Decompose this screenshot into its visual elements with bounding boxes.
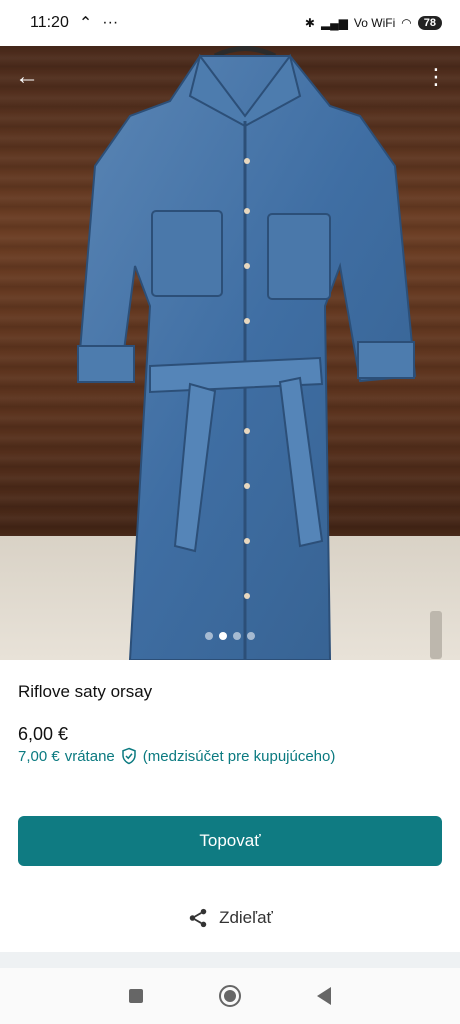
status-right: ✱ ▂▄▆ Vo WiFi ◠ 78 [305, 16, 442, 30]
gallery-dot[interactable] [233, 632, 241, 640]
battery-indicator: 78 [417, 16, 442, 30]
buyer-price-line[interactable]: 7,00 € vrátane (medzisúčet pre kupujúceh… [18, 747, 335, 765]
gallery-indicator [0, 632, 460, 640]
buyer-including: vrátane [64, 747, 115, 765]
section-divider [0, 952, 460, 968]
share-label: Zdieľať [219, 908, 273, 927]
shield-check-icon [122, 747, 136, 765]
promote-button[interactable]: Topovať [18, 816, 442, 866]
dress-image [76, 46, 417, 660]
bluetooth-icon: ✱ [304, 16, 315, 30]
system-back-button[interactable] [317, 987, 331, 1005]
gallery-dot-active[interactable] [219, 632, 227, 640]
buyer-price: 7,00 € [18, 747, 60, 765]
status-bar: 11:20 ⌃ ··· ✱ ▂▄▆ Vo WiFi ◠ 78 [0, 0, 460, 46]
recent-apps-button[interactable] [129, 989, 143, 1003]
home-button[interactable] [219, 985, 241, 1007]
listing-title: Riflove saty orsay [18, 682, 153, 701]
buyer-note: (medzisúčet pre kupujúceho) [142, 747, 336, 765]
more-options-button[interactable]: ⋮ [424, 60, 448, 94]
status-left: 11:20 ⌃ ··· [30, 13, 118, 33]
more-notifications-icon: ··· [102, 14, 119, 31]
system-nav-bar [0, 968, 460, 1024]
back-button[interactable]: ← [10, 60, 44, 94]
more-vertical-icon: ⋮ [425, 64, 447, 89]
listing-price: 6,00 € [18, 724, 69, 744]
notification-icon: ⌃ [78, 15, 93, 32]
home-icon [224, 990, 236, 1002]
status-time: 11:20 [30, 14, 69, 31]
share-icon [189, 908, 207, 928]
gallery-dot[interactable] [205, 632, 213, 640]
vowifi-label: Vo WiFi [353, 16, 396, 30]
arrow-left-icon: ← [15, 63, 39, 90]
listing-photo[interactable]: ← ⋮ [0, 46, 460, 660]
signal-icon: ▂▄▆ [320, 16, 348, 30]
share-button[interactable]: Zdieľať [0, 900, 460, 936]
wifi-icon: ◠ [401, 16, 412, 30]
gallery-dot[interactable] [247, 632, 255, 640]
